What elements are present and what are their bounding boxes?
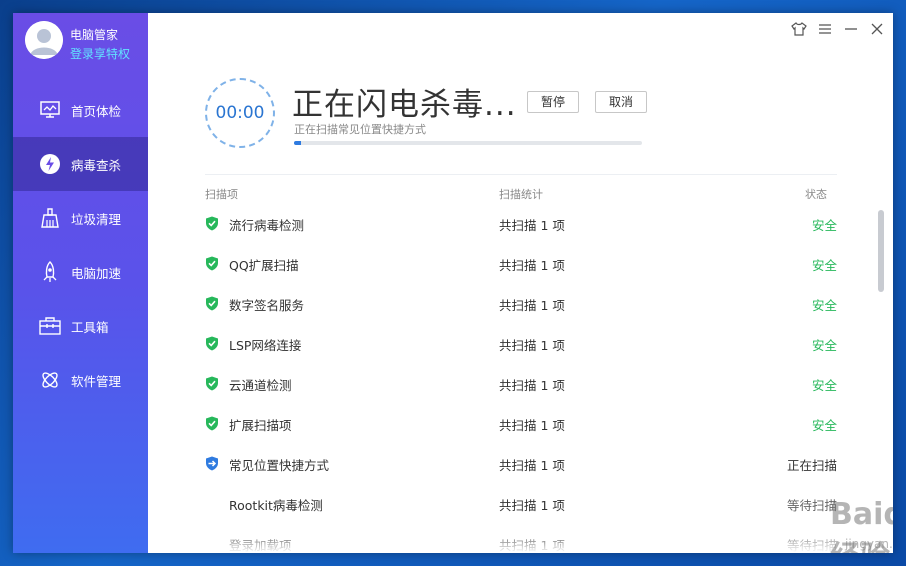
app-name: 电脑管家	[70, 28, 119, 42]
scan-item-list: 流行病毒检测 共扫描 1 项安全 QQ扩展扫描 共扫描 1 项安全 数字签名服务 共扫描 …	[205, 203, 837, 553]
shield-check-icon	[205, 256, 219, 271]
table-row: QQ扩展扫描 共扫描 1 项 安全	[205, 243, 837, 283]
list-fade	[148, 529, 893, 553]
sidebar-item-cleanup[interactable]: 垃圾清理	[13, 191, 148, 245]
broom-icon	[39, 207, 61, 229]
scrollbar[interactable]	[878, 210, 884, 292]
close-icon[interactable]	[869, 21, 885, 37]
table-row: 数字签名服务 共扫描 1 项 安全	[205, 283, 837, 323]
rocket-icon	[39, 261, 61, 283]
pause-button[interactable]: 暂停	[527, 91, 580, 113]
scan-item-name: 数字签名服务	[229, 298, 305, 313]
column-header-stat: 扫描统计	[499, 188, 543, 201]
scan-item-status: 安全	[811, 418, 837, 433]
monitor-icon	[39, 99, 61, 121]
table-row: 流行病毒检测 共扫描 1 项 安全	[205, 203, 837, 243]
sidebar-item-label: 工具箱	[71, 319, 109, 335]
scan-progress-fill	[294, 141, 301, 145]
scan-item-name: 扩展扫描项	[229, 418, 292, 433]
sidebar-item-label: 首页体检	[71, 103, 122, 119]
scan-subtitle: 正在扫描常见位置快捷方式	[294, 123, 426, 136]
sidebar-item-label: 病毒查杀	[71, 157, 122, 173]
profile: 电脑管家 登录享特权	[13, 13, 148, 83]
app-window: 电脑管家 登录享特权 首页体检 病毒查杀 垃圾清理 电脑加速 工具箱 软件管理 …	[13, 13, 893, 553]
sidebar-item-software[interactable]: 软件管理	[13, 353, 148, 407]
main-panel: 00:00 正在闪电杀毒... 暂停 取消 正在扫描常见位置快捷方式 扫描项 扫…	[148, 13, 893, 553]
scan-item-stat: 共扫描 1 项	[499, 378, 565, 393]
window-controls	[791, 21, 885, 37]
scan-item-status: 安全	[811, 218, 837, 233]
lightning-icon	[39, 153, 61, 175]
scan-timer: 00:00	[205, 78, 275, 148]
scan-item-stat: 共扫描 1 项	[499, 498, 565, 513]
scan-item-status: 安全	[811, 258, 837, 273]
skin-icon[interactable]	[791, 21, 807, 37]
scan-item-stat: 共扫描 1 项	[499, 338, 565, 353]
shield-arrow-icon	[205, 456, 219, 471]
watermark-url: jingyan.baidu.com	[845, 537, 893, 551]
software-icon	[39, 369, 61, 391]
table-row: LSP网络连接 共扫描 1 项 安全	[205, 323, 837, 363]
toolbox-icon	[39, 315, 61, 337]
shield-check-icon	[205, 296, 219, 311]
shield-check-icon	[205, 336, 219, 351]
scan-item-name: 流行病毒检测	[229, 218, 305, 233]
scan-title: 正在闪电杀毒...	[292, 87, 517, 123]
shield-check-icon	[205, 416, 219, 431]
sidebar: 电脑管家 登录享特权 首页体检 病毒查杀 垃圾清理 电脑加速 工具箱 软件管理	[13, 13, 148, 553]
scan-item-stat: 共扫描 1 项	[499, 458, 565, 473]
column-header-status: 状态	[805, 188, 827, 201]
sidebar-item-speedup[interactable]: 电脑加速	[13, 245, 148, 299]
scan-item-stat: 共扫描 1 项	[499, 298, 565, 313]
scan-item-name: 云通道检测	[229, 378, 292, 393]
scan-item-name: 常见位置快捷方式	[229, 458, 330, 473]
scan-progress-bar	[294, 141, 642, 145]
shield-check-icon	[205, 216, 219, 231]
scan-item-name: LSP网络连接	[229, 338, 302, 353]
scan-item-status: 安全	[811, 298, 837, 313]
sidebar-nav: 首页体检 病毒查杀 垃圾清理 电脑加速 工具箱 软件管理	[13, 83, 148, 407]
sidebar-item-label: 软件管理	[71, 373, 122, 389]
sidebar-item-label: 垃圾清理	[71, 211, 122, 227]
avatar[interactable]	[25, 21, 63, 59]
scan-item-stat: 共扫描 1 项	[499, 258, 565, 273]
menu-icon[interactable]	[817, 21, 833, 37]
scan-item-status: 安全	[811, 338, 837, 353]
scan-item-name: QQ扩展扫描	[229, 258, 299, 273]
scan-item-status: 安全	[811, 378, 837, 393]
sidebar-item-virus-scan[interactable]: 病毒查杀	[13, 137, 148, 191]
divider	[205, 174, 837, 175]
scan-item-status: 正在扫描	[786, 458, 837, 473]
column-header-item: 扫描项	[205, 188, 238, 201]
table-row: 常见位置快捷方式 共扫描 1 项 正在扫描	[205, 443, 837, 483]
minimize-icon[interactable]	[843, 21, 859, 37]
table-row: Rootkit病毒检测 共扫描 1 项等待扫描	[205, 483, 837, 523]
scan-item-stat: 共扫描 1 项	[499, 418, 565, 433]
sidebar-item-toolbox[interactable]: 工具箱	[13, 299, 148, 353]
scan-item-name: Rootkit病毒检测	[229, 498, 323, 513]
sidebar-item-label: 电脑加速	[71, 265, 122, 281]
scan-item-stat: 共扫描 1 项	[499, 218, 565, 233]
login-link[interactable]: 登录享特权	[70, 45, 130, 62]
cancel-button[interactable]: 取消	[595, 91, 648, 113]
table-row: 扩展扫描项 共扫描 1 项 安全	[205, 403, 837, 443]
table-row: 云通道检测 共扫描 1 项 安全	[205, 363, 837, 403]
sidebar-item-checkup[interactable]: 首页体检	[13, 83, 148, 137]
shield-check-icon	[205, 376, 219, 391]
